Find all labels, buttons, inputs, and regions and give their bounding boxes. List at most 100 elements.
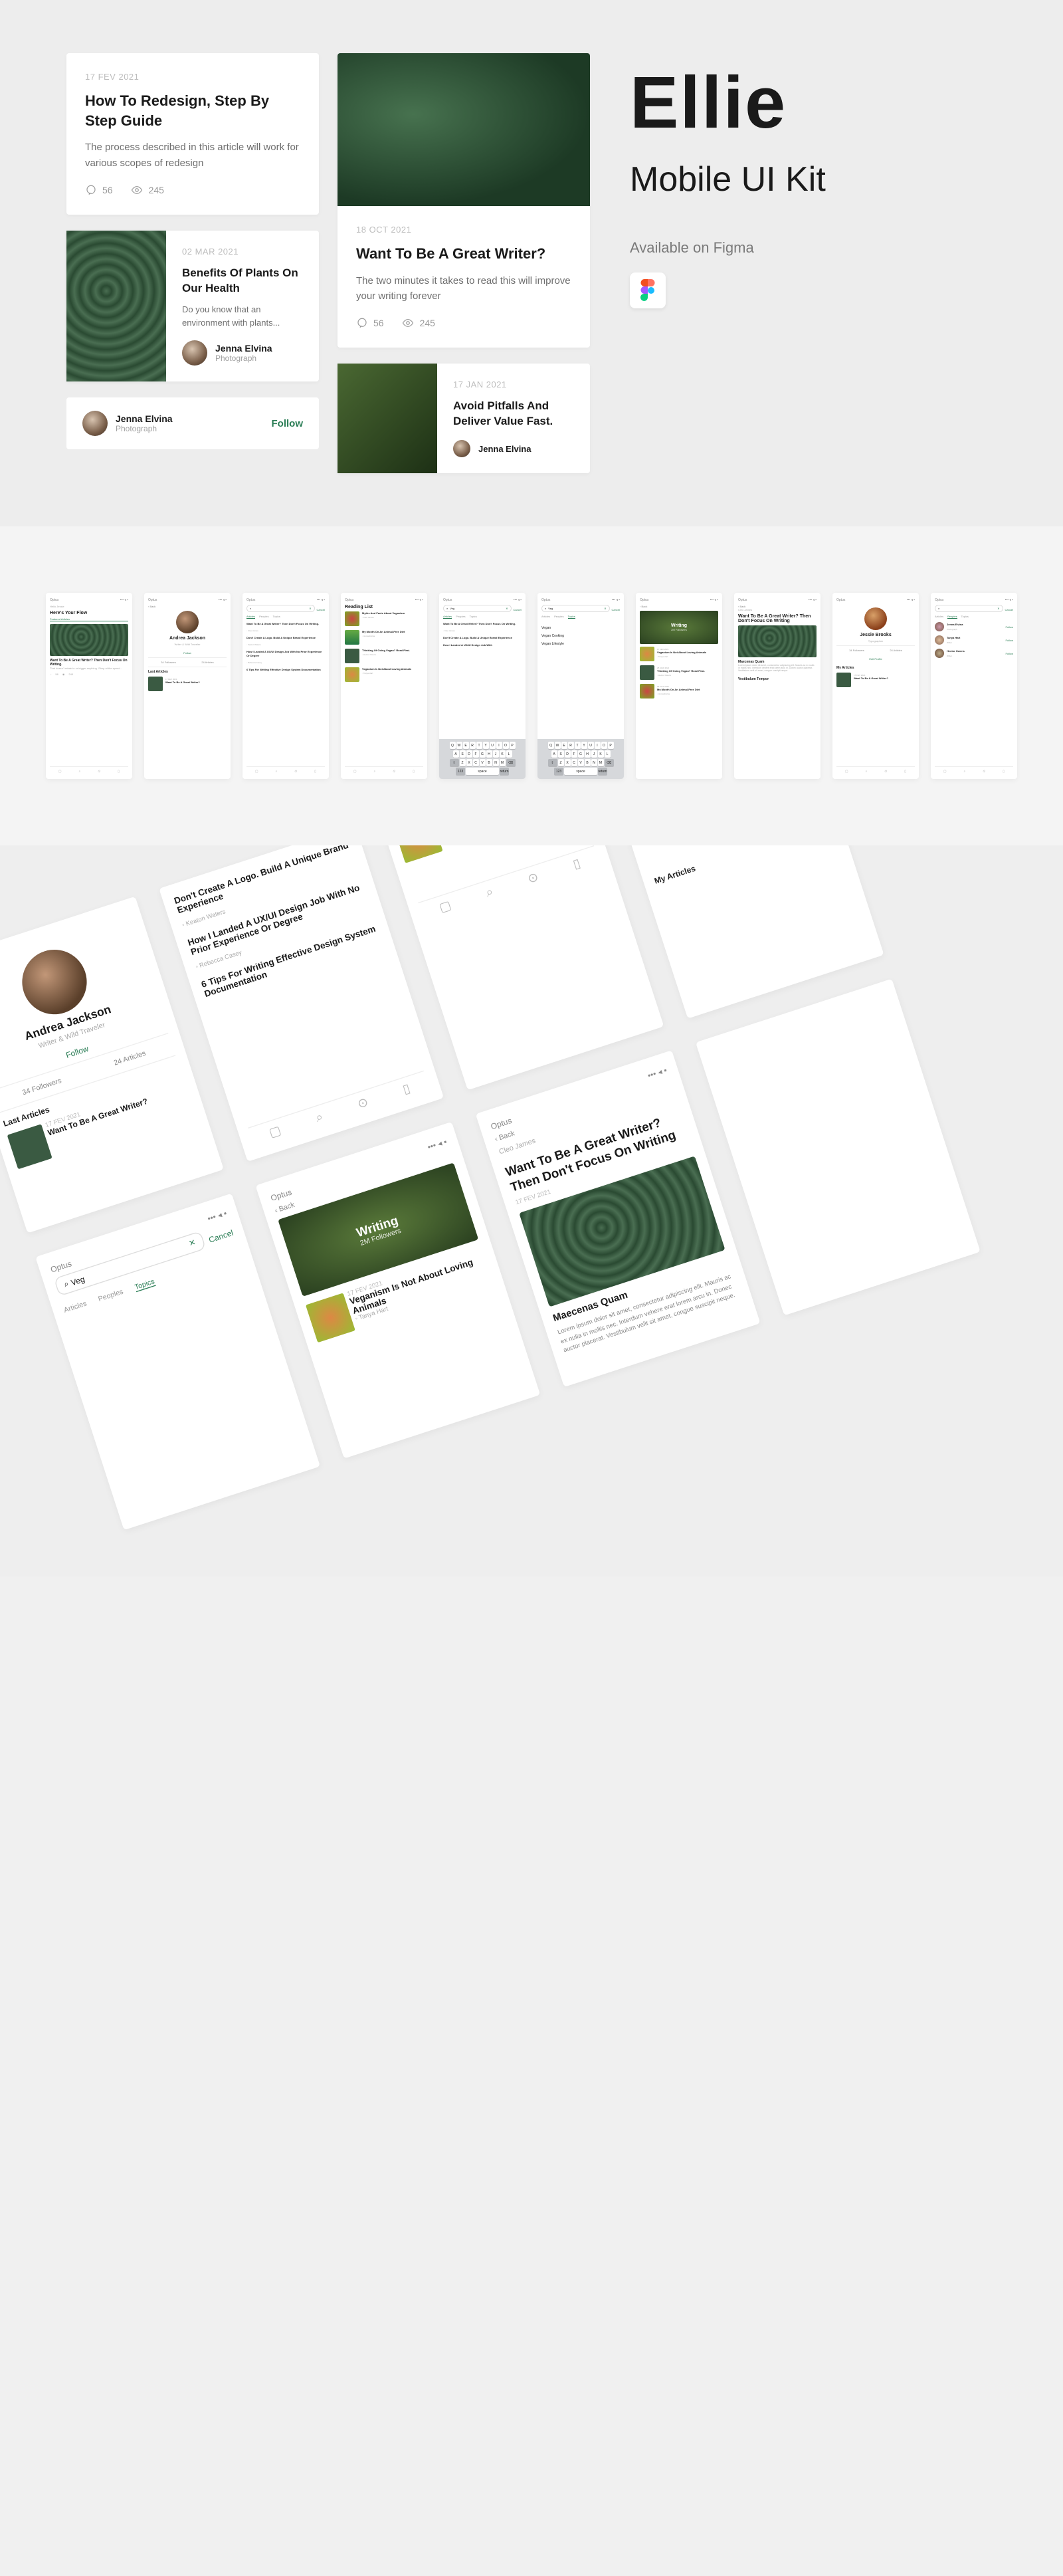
key-return[interactable]: return <box>500 768 509 775</box>
item-title[interactable]: Veganism Is Not About Loving Animals <box>657 651 718 654</box>
key-space[interactable]: space <box>466 768 499 775</box>
key-n[interactable]: N <box>591 759 597 766</box>
followers-count[interactable]: 34 Followers <box>849 649 864 652</box>
tab-peoples[interactable]: Peoples <box>259 615 268 619</box>
topic-item[interactable]: Vegan <box>541 626 620 630</box>
tab-articles[interactable]: Articles <box>541 615 550 619</box>
clear-icon[interactable]: ✕ <box>309 607 311 610</box>
item-title[interactable]: Thinking Of Going Vegan? Read First. <box>362 649 423 652</box>
tab-articles[interactable]: Articles <box>246 615 255 619</box>
tab-articles[interactable]: Articles <box>935 615 943 619</box>
key-h[interactable]: H <box>585 750 591 758</box>
cancel-button[interactable]: Cancel <box>612 608 620 611</box>
bottom-nav[interactable]: ▢⌕⊙▯ <box>418 845 600 921</box>
avatar[interactable] <box>82 411 108 436</box>
bottom-nav[interactable]: ▢⌕⊙▯ <box>246 766 325 774</box>
key-w[interactable]: W <box>456 742 462 749</box>
item-title[interactable]: Want To Be A Great Writer? Then Don't Fo… <box>443 622 522 625</box>
tab-topics[interactable]: Topics <box>470 615 477 619</box>
home-icon[interactable]: ▢ <box>437 897 453 915</box>
cancel-button[interactable]: Cancel <box>514 608 522 611</box>
keyboard[interactable]: QWERTYUIOP ASDFGHJKL ⇧ZXCVBNM⌫ 123spacer… <box>537 739 624 779</box>
item-title[interactable]: Want To Be A Great Writer? <box>854 677 915 680</box>
tab-peoples[interactable]: Peoples <box>456 615 465 619</box>
key-m[interactable]: M <box>500 759 506 766</box>
key-a[interactable]: A <box>551 750 557 758</box>
articles-count[interactable]: 24 Articles <box>113 1049 147 1067</box>
item-title[interactable]: Want To Be A Great Writer? <box>47 1084 187 1137</box>
person-name[interactable]: Hector Owens <box>947 649 1003 653</box>
search-input[interactable]: ⌕✕ <box>935 605 1003 612</box>
key-i[interactable]: I <box>496 742 502 749</box>
bookmark-icon[interactable]: ▯ <box>401 1081 412 1097</box>
card-plants-health[interactable]: 02 MAR 2021 Benefits Of Plants On Our He… <box>66 231 319 381</box>
bottom-nav[interactable]: ▢⌕⊙▯ <box>345 766 423 774</box>
key-e[interactable]: E <box>463 742 469 749</box>
item-title[interactable]: Myths And Facts About Veganism <box>362 611 423 615</box>
key-s[interactable]: S <box>558 750 564 758</box>
edit-profile-button[interactable]: Edit Profile <box>836 657 915 661</box>
key-g[interactable]: G <box>480 750 486 758</box>
key-w[interactable]: W <box>555 742 561 749</box>
key-t[interactable]: T <box>575 742 581 749</box>
articles-count[interactable]: 24 Articles <box>201 661 213 664</box>
key-shift[interactable]: ⇧ <box>450 759 459 766</box>
tab-featured[interactable]: Featured Articles <box>50 617 128 621</box>
key-o[interactable]: O <box>601 742 607 749</box>
key-v[interactable]: V <box>480 759 486 766</box>
item-title[interactable]: My Month On An Animal-Free Diet <box>362 630 423 633</box>
keyboard[interactable]: QWERTYUIOP ASDFGHJKL ⇧ZXCVBNM⌫ 123spacer… <box>439 739 526 779</box>
key-z[interactable]: Z <box>558 759 564 766</box>
bookmark-icon[interactable]: ▯ <box>571 855 582 872</box>
item-title[interactable]: How I Landed A UX/UI Design Job With No … <box>246 650 325 657</box>
key-b[interactable]: B <box>585 759 591 766</box>
key-r[interactable]: R <box>470 742 476 749</box>
key-x[interactable]: X <box>565 759 571 766</box>
item-title[interactable]: My Month On An Animal-Free Diet <box>657 688 718 691</box>
key-m[interactable]: M <box>598 759 604 766</box>
bottom-nav[interactable]: ▢⌕⊙▯ <box>248 1071 430 1146</box>
key-123[interactable]: 123 <box>456 768 465 775</box>
key-q[interactable]: Q <box>450 742 456 749</box>
item-title[interactable]: How I Landed A UX/UI Design Job With <box>443 643 522 647</box>
key-backspace[interactable]: ⌫ <box>506 759 516 766</box>
item-title[interactable]: Veganism Is Not About Loving Animals <box>362 667 423 671</box>
search-input[interactable]: ⌕Veg✕ <box>443 605 512 612</box>
key-t[interactable]: T <box>476 742 482 749</box>
bottom-nav[interactable]: ▢⌕⊙▯ <box>836 766 915 774</box>
cancel-button[interactable]: Cancel <box>1005 608 1013 611</box>
key-h[interactable]: H <box>486 750 492 758</box>
key-n[interactable]: N <box>493 759 499 766</box>
key-shift[interactable]: ⇧ <box>548 759 557 766</box>
search-icon[interactable]: ⌕ <box>79 770 81 774</box>
key-c[interactable]: C <box>473 759 479 766</box>
key-z[interactable]: Z <box>460 759 466 766</box>
key-y[interactable]: Y <box>581 742 587 749</box>
profile-icon[interactable]: ⊙ <box>355 1094 370 1112</box>
key-j[interactable]: J <box>493 750 499 758</box>
back-button[interactable]: ‹ Back <box>640 605 718 608</box>
figma-icon[interactable] <box>630 272 666 308</box>
tab-peoples[interactable]: Peoples <box>947 615 957 619</box>
key-g[interactable]: G <box>578 750 584 758</box>
search-icon[interactable]: ⌕ <box>484 884 495 901</box>
home-icon[interactable]: ▢ <box>58 770 62 774</box>
item-title[interactable]: Don't Create A Logo. Build A Unique Bran… <box>246 636 325 639</box>
key-k[interactable]: K <box>500 750 506 758</box>
cancel-button[interactable]: Cancel <box>207 1228 234 1244</box>
key-u[interactable]: U <box>588 742 594 749</box>
bottom-nav[interactable]: ▢⌕⊙▯ <box>50 766 128 774</box>
key-r[interactable]: R <box>568 742 574 749</box>
key-d[interactable]: D <box>565 750 571 758</box>
clear-icon[interactable]: ✕ <box>506 607 508 610</box>
followers-count[interactable]: 34 Followers <box>161 661 176 664</box>
topic-item[interactable]: Vegan Cooking <box>541 634 620 638</box>
search-input[interactable]: ⌕Veg✕ <box>541 605 610 612</box>
tab-peoples[interactable]: Peoples <box>554 615 563 619</box>
key-u[interactable]: U <box>490 742 496 749</box>
tab-articles[interactable]: Articles <box>62 1299 88 1315</box>
person-name[interactable]: Jenna Elvina <box>947 623 1003 626</box>
search-input[interactable]: ⌕✕ <box>246 605 315 612</box>
key-c[interactable]: C <box>571 759 577 766</box>
tab-topics[interactable]: Topics <box>134 1277 155 1292</box>
